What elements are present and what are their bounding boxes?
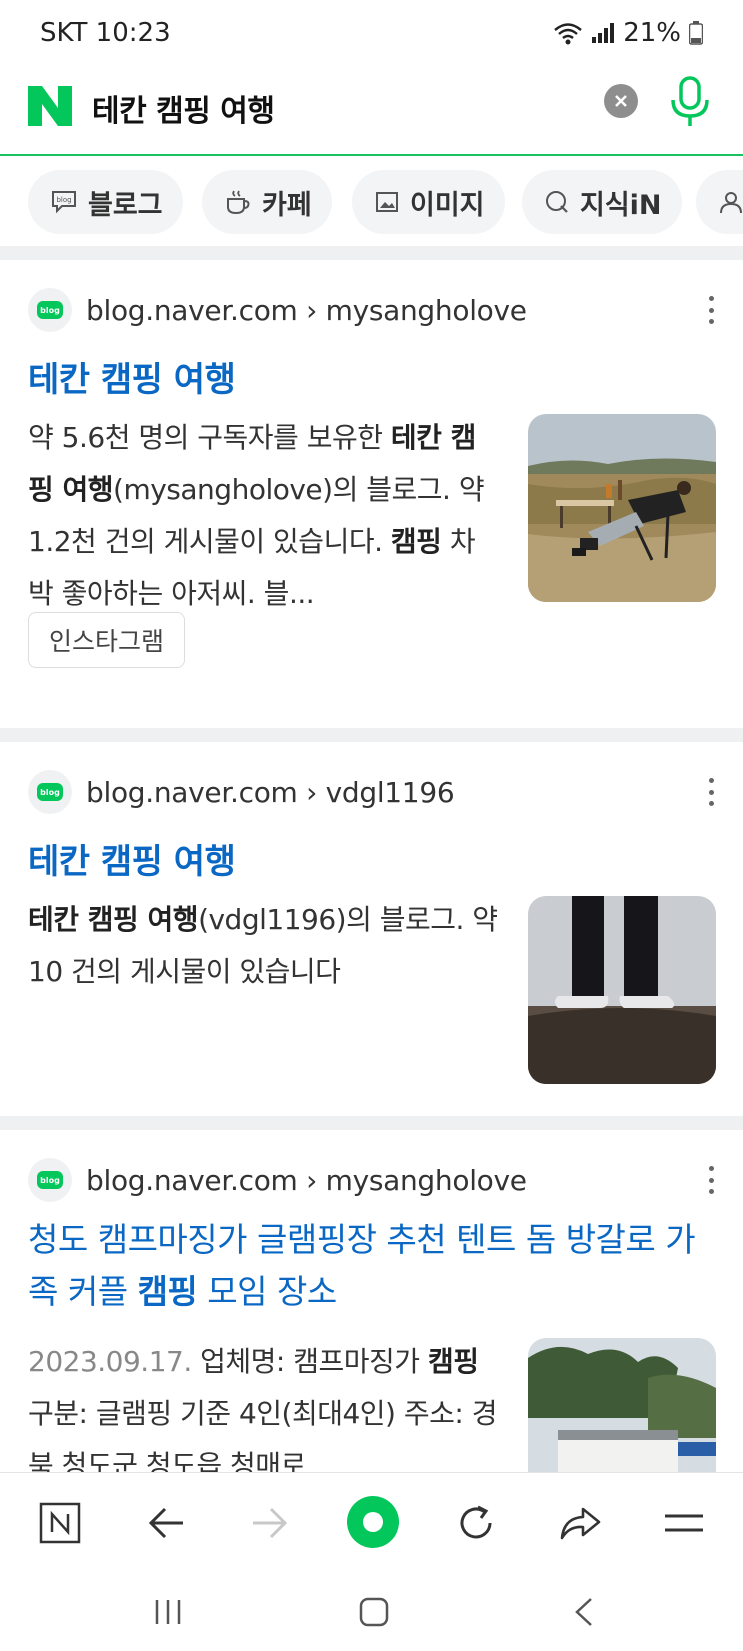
- tab-label: 이미지: [410, 189, 485, 221]
- section-divider: [0, 728, 743, 742]
- status-bar: SKT 10:23 21%: [0, 0, 743, 66]
- search-category-tabs: blog 블로그 카페 이미지 지식iN: [0, 156, 743, 246]
- naver-n-icon: [39, 1502, 81, 1544]
- tab-cafe[interactable]: 카페: [202, 170, 332, 234]
- instagram-chip[interactable]: 인스타그램: [28, 612, 186, 668]
- image-icon: [374, 189, 400, 215]
- naver-blog-icon: blog: [28, 770, 72, 814]
- result-description: 테칸 캠핑 여행(vdgl1196)의 블로그. 약 10 건의 게시물이 있습…: [28, 903, 498, 988]
- microphone-icon: [671, 76, 709, 126]
- naver-blog-icon: blog: [28, 1158, 72, 1202]
- section-divider: [0, 1116, 743, 1130]
- result-description: 약 5.6천 명의 구독자를 보유한 테칸 캠핑 여행(mysangholove…: [28, 421, 485, 610]
- person-icon: [718, 189, 743, 215]
- result-url: blog.naver.com › mysangholove: [86, 293, 527, 327]
- search-result-card: blog blog.naver.com › vdgl1196 테칸 캠핑 여행 …: [0, 742, 743, 1116]
- refresh-button[interactable]: [450, 1497, 502, 1549]
- status-icons: 21%: [553, 18, 703, 48]
- search-result-card: blog blog.naver.com › mysangholove 청도 캠프…: [0, 1130, 743, 1472]
- more-options-icon[interactable]: [707, 296, 715, 324]
- section-divider: [0, 246, 743, 260]
- recent-apps-button[interactable]: [146, 1590, 190, 1634]
- search-input[interactable]: 테칸 캠핑 여행: [92, 86, 275, 130]
- result-source[interactable]: blog blog.naver.com › vdgl1196: [28, 770, 455, 814]
- tab-label: 블로그: [88, 189, 163, 221]
- system-nav-bar: [0, 1572, 743, 1651]
- wifi-icon: [553, 21, 583, 45]
- hamburger-menu-icon: [665, 1514, 703, 1532]
- refresh-icon: [460, 1505, 492, 1539]
- search-header: 테칸 캠핑 여행: [0, 66, 743, 156]
- arrow-left-icon: [148, 1507, 183, 1539]
- browser-toolbar: [0, 1472, 743, 1572]
- q-icon: [544, 189, 570, 215]
- share-button[interactable]: [554, 1497, 606, 1549]
- tab-label: 카페: [262, 189, 312, 221]
- naver-blog-icon: blog: [28, 288, 72, 332]
- result-title-link[interactable]: 테칸 캠핑 여행: [28, 834, 236, 883]
- clear-search-button[interactable]: [604, 84, 638, 118]
- search-result-card: blog blog.naver.com › mysangholove 테칸 캠핑…: [0, 260, 743, 728]
- result-title-link[interactable]: 청도 캠프마징가 글램핑장 추천 텐트 돔 방갈로 가족 커플 캠핑 모임 장소: [28, 1214, 718, 1318]
- green-dot-button[interactable]: [346, 1495, 400, 1549]
- tab-kin[interactable]: 지식iN: [522, 170, 682, 234]
- recent-apps-icon: [155, 1600, 181, 1624]
- tab-people[interactable]: [696, 170, 743, 234]
- more-options-icon[interactable]: [707, 1166, 715, 1194]
- close-icon: [615, 95, 627, 107]
- voice-search-button[interactable]: [666, 76, 714, 128]
- battery-percent: 21%: [623, 18, 681, 48]
- result-date: 2023.09.17.: [28, 1345, 192, 1378]
- back-button[interactable]: [140, 1497, 192, 1549]
- result-url: blog.naver.com › vdgl1196: [86, 775, 455, 809]
- result-title-link[interactable]: 테칸 캠핑 여행: [28, 352, 236, 401]
- result-source[interactable]: blog blog.naver.com › mysangholove: [28, 1158, 527, 1202]
- home-button[interactable]: [352, 1590, 396, 1634]
- chevron-left-icon: [575, 1598, 592, 1626]
- signal-icon: [591, 21, 615, 45]
- coffee-cup-icon: [224, 188, 252, 216]
- result-url: blog.naver.com › mysangholove: [86, 1163, 527, 1197]
- battery-icon: [689, 21, 703, 45]
- arrow-right-icon: [253, 1507, 288, 1539]
- result-description: 2023.09.17. 업체명: 캠프마징가 캠핑구분: 글램핑 기준 4인(최…: [28, 1345, 498, 1472]
- naver-logo-icon[interactable]: [28, 86, 72, 126]
- naver-home-button[interactable]: [34, 1497, 86, 1549]
- more-options-icon[interactable]: [707, 778, 715, 806]
- carrier-time: SKT 10:23: [40, 18, 171, 48]
- tab-blog[interactable]: blog 블로그: [28, 170, 183, 234]
- result-thumbnail[interactable]: [528, 414, 716, 602]
- blog-icon: blog: [50, 189, 78, 215]
- svg-text:blog: blog: [56, 196, 71, 204]
- tab-label: 지식iN: [580, 189, 662, 221]
- result-source[interactable]: blog blog.naver.com › mysangholove: [28, 288, 527, 332]
- tab-images[interactable]: 이미지: [352, 170, 505, 234]
- forward-button[interactable]: [244, 1497, 296, 1549]
- result-thumbnail[interactable]: [528, 896, 716, 1084]
- menu-button[interactable]: [658, 1497, 710, 1549]
- system-back-button[interactable]: [562, 1590, 606, 1634]
- home-icon: [359, 1597, 389, 1627]
- green-dot-icon: [347, 1496, 399, 1548]
- result-thumbnail[interactable]: [528, 1338, 716, 1472]
- share-icon: [560, 1507, 601, 1540]
